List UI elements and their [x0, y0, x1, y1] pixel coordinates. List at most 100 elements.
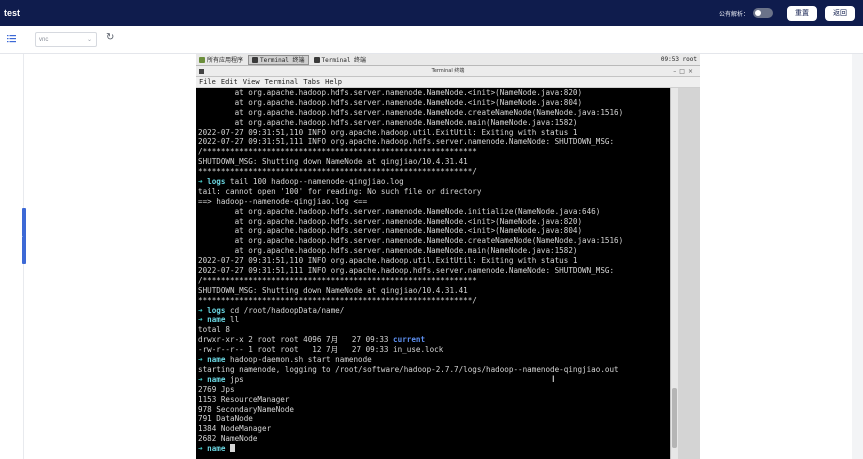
- page-scrollbar[interactable]: [852, 54, 863, 459]
- reset-button[interactable]: 重置: [787, 5, 817, 21]
- text-cursor: [230, 444, 236, 453]
- terminal-line: 791 DataNode: [198, 414, 670, 424]
- scrollbar-thumb[interactable]: [672, 388, 677, 448]
- line-text: total 8: [198, 325, 231, 335]
- line-text: 1153 ResourceManager: [198, 394, 290, 404]
- taskbar-item-label: Terminal 终端: [260, 57, 305, 64]
- prompt-directory: name: [207, 444, 226, 454]
- line-text: ll: [225, 315, 240, 325]
- topbar-actions: 公有解析： 重置 返回: [719, 5, 863, 21]
- back-button[interactable]: 返回: [825, 5, 855, 21]
- terminal-icon: [199, 69, 204, 74]
- line-text: 2022-07-27 09:31:51,110 INFO org.apache.…: [198, 127, 578, 137]
- line-text: 1384 NodeManager: [198, 424, 272, 434]
- line-text: 2022-07-27 09:31:51,111 INFO org.apache.…: [198, 137, 615, 147]
- line-text: 978 SecondaryNameNode: [198, 404, 295, 414]
- line-text: hadoop-daemon.sh start namenode: [225, 355, 372, 365]
- prompt-directory: name: [207, 374, 226, 384]
- chevron-down-icon: ⌄: [86, 37, 92, 43]
- prompt-arrow: ➜: [198, 374, 208, 384]
- applications-icon: [199, 56, 205, 63]
- terminal-scrollbar[interactable]: [670, 88, 678, 459]
- public-resolve-toggle[interactable]: [753, 8, 773, 18]
- terminal-output[interactable]: at org.apache.hadoop.hdfs.server.namenod…: [196, 88, 670, 459]
- line-text: 2769 Jps: [198, 384, 235, 394]
- terminal-prompt-line: ➜ name jps: [198, 375, 670, 385]
- line-text: at org.apache.hadoop.hdfs.server.namenod…: [198, 236, 624, 246]
- taskbar-terminal-2[interactable]: Terminal 终端: [311, 55, 370, 65]
- terminal-line: 2022-07-27 09:31:51,111 INFO org.apache.…: [198, 266, 670, 276]
- prompt-directory: logs: [207, 305, 226, 315]
- line-text: tail: cannot open '100' for reading: No …: [198, 186, 482, 196]
- taskbar-item-label: Terminal 终端: [321, 57, 367, 64]
- terminal-line: drwxr-xr-x 2 root root 4096 7月 27 09:33 …: [198, 335, 670, 345]
- line-text: jps: [225, 374, 244, 384]
- left-sidebar: [0, 54, 24, 459]
- terminal-line: at org.apache.hadoop.hdfs.server.namenod…: [198, 226, 670, 236]
- terminal-line: 978 SecondaryNameNode: [198, 405, 670, 415]
- line-text: at org.apache.hadoop.hdfs.server.namenod…: [198, 226, 583, 236]
- terminal-prompt-line: ➜ name ll: [198, 315, 670, 325]
- terminal-line: ****************************************…: [198, 296, 670, 306]
- terminal-line: at org.apache.hadoop.hdfs.server.namenod…: [198, 207, 670, 217]
- line-text: at org.apache.hadoop.hdfs.server.namenod…: [198, 216, 583, 226]
- terminal-line: at org.apache.hadoop.hdfs.server.namenod…: [198, 88, 670, 98]
- remote-desktop[interactable]: 所有应用程序 Terminal 终端 Terminal 终端 09:53 roo…: [196, 54, 700, 459]
- terminal-line: at org.apache.hadoop.hdfs.server.namenod…: [198, 108, 670, 118]
- terminal-window-titlebar[interactable]: Terminal 终端 –□×: [196, 66, 700, 77]
- terminal-line: at org.apache.hadoop.hdfs.server.namenod…: [198, 236, 670, 246]
- line-text: -rw-r--r-- 1 root root 12 7月 27 09:33 in…: [198, 345, 444, 355]
- terminal-line: 2022-07-27 09:31:51,111 INFO org.apache.…: [198, 137, 670, 147]
- terminal-line: ==> hadoop--namenode-qingjiao.log <==: [198, 197, 670, 207]
- line-text: at org.apache.hadoop.hdfs.server.namenod…: [198, 88, 583, 97]
- terminal-prompt-line: ➜ name: [198, 444, 670, 454]
- line-text: ==> hadoop--namenode-qingjiao.log <==: [198, 196, 368, 206]
- top-bar: test 公有解析： 重置 返回: [0, 0, 863, 26]
- remote-taskbar: 所有应用程序 Terminal 终端 Terminal 终端 09:53 roo…: [196, 54, 700, 66]
- connection-select-value: vnc: [39, 36, 49, 43]
- terminal-line: 2769 Jps: [198, 385, 670, 395]
- terminal-line: 2022-07-27 09:31:51,110 INFO org.apache.…: [198, 128, 670, 138]
- sidebar-expand-handle[interactable]: ›: [21, 208, 26, 264]
- taskbar-terminal-1[interactable]: Terminal 终端: [248, 54, 309, 65]
- refresh-icon[interactable]: ↻: [106, 32, 114, 43]
- prompt-arrow: ➜: [198, 315, 208, 325]
- terminal-window-title: Terminal 终端: [431, 68, 465, 74]
- toggle-knob: [755, 10, 761, 16]
- app-title: test: [4, 8, 21, 18]
- terminal-line: total 8: [198, 325, 670, 335]
- terminal-line: 2022-07-27 09:31:51,110 INFO org.apache.…: [198, 256, 670, 266]
- terminal-line: starting namenode, logging to /root/soft…: [198, 365, 670, 375]
- prompt-directory: logs: [207, 177, 226, 187]
- taskbar-applications[interactable]: 所有应用程序: [196, 55, 246, 65]
- menu-tabs[interactable]: Tabs: [303, 78, 320, 86]
- line-text: 791 DataNode: [198, 414, 253, 424]
- line-text: ****************************************…: [198, 167, 477, 177]
- connection-select[interactable]: vnc ⌄: [35, 32, 97, 47]
- terminal-line: -rw-r--r-- 1 root root 12 7月 27 09:33 in…: [198, 345, 670, 355]
- terminal-line: at org.apache.hadoop.hdfs.server.namenod…: [198, 217, 670, 227]
- terminal-prompt-line: ➜ logs tail 100 hadoop--namenode-qingjia…: [198, 177, 670, 187]
- line-text: at org.apache.hadoop.hdfs.server.namenod…: [198, 107, 624, 117]
- menu-help[interactable]: Help: [325, 78, 342, 86]
- line-text: /***************************************…: [198, 275, 477, 285]
- remote-desktop-background: [678, 88, 700, 459]
- line-text: 2022-07-27 09:31:51,111 INFO org.apache.…: [198, 266, 615, 276]
- menu-terminal[interactable]: Terminal: [265, 78, 299, 86]
- terminal-line: 1384 NodeManager: [198, 424, 670, 434]
- terminal-line: tail: cannot open '100' for reading: No …: [198, 187, 670, 197]
- menu-file[interactable]: File: [199, 78, 216, 86]
- line-text: at org.apache.hadoop.hdfs.server.namenod…: [198, 117, 578, 127]
- terminal-line: at org.apache.hadoop.hdfs.server.namenod…: [198, 118, 670, 128]
- terminal-prompt-line: ➜ name hadoop-daemon.sh start namenode: [198, 355, 670, 365]
- menu-edit[interactable]: Edit: [221, 78, 238, 86]
- list-icon[interactable]: [7, 34, 16, 43]
- line-text: SHUTDOWN_MSG: Shutting down NameNode at …: [198, 157, 468, 167]
- prompt-arrow: ➜: [198, 444, 208, 454]
- terminal-prompt-line: ➜ logs cd /root/hadoopData/name/: [198, 306, 670, 316]
- line-text: at org.apache.hadoop.hdfs.server.namenod…: [198, 206, 601, 216]
- terminal-line: at org.apache.hadoop.hdfs.server.namenod…: [198, 246, 670, 256]
- prompt-directory: name: [207, 315, 226, 325]
- menu-view[interactable]: View: [243, 78, 260, 86]
- window-controls[interactable]: –□×: [673, 66, 696, 77]
